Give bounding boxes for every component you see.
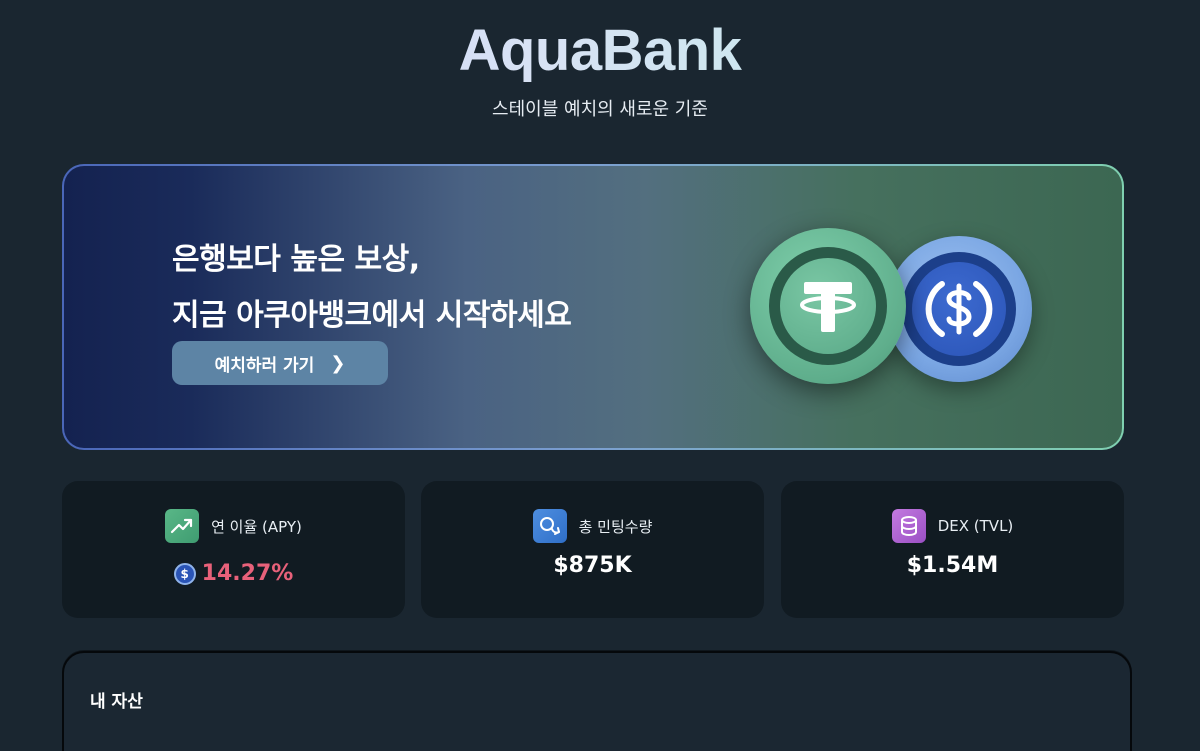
usdc-icon: $ [173, 562, 196, 585]
app-logo[interactable]: AquaBank [0, 18, 1200, 84]
database-icon [891, 509, 926, 543]
stat-value-row: $ 14.27% [62, 561, 405, 586]
hero-headline-line2: 지금 아쿠아뱅크에서 시작하세요 [172, 298, 572, 333]
hero-headline-line1: 은행보다 높은 보상, [172, 242, 420, 277]
my-assets-title: 내 자산 [90, 692, 143, 712]
stat-value: 14.27% [201, 561, 294, 586]
my-assets-panel: 내 자산 [62, 651, 1132, 751]
stat-header: 총 민팅수량 [421, 509, 764, 543]
stat-card-tvl: DEX (TVL) $1.54M [781, 481, 1124, 618]
stat-value: $1.54M [906, 553, 999, 578]
stat-header: DEX (TVL) [781, 509, 1124, 543]
stat-label: 연 이율 (APY) [211, 517, 302, 536]
stat-card-minting: 총 민팅수량 $875K [421, 481, 764, 618]
stat-card-apy: 연 이율 (APY) $ 14.27% [62, 481, 405, 618]
tether-t-glyph [800, 282, 856, 332]
tagline: 스테이블 예치의 새로운 기준 [492, 99, 708, 120]
deposit-button[interactable]: 예치하러 가기 ❯ [172, 341, 388, 385]
stat-label: DEX (TVL) [937, 517, 1014, 535]
stat-label: 총 민팅수량 [578, 517, 653, 536]
stat-value: $875K [553, 553, 632, 578]
deposit-button-label: 예치하러 가기 [214, 355, 315, 376]
minting-icon [532, 509, 567, 543]
chevron-right-icon: ❯ [330, 352, 346, 374]
usdc-dollar-glyph [925, 281, 993, 337]
stat-header: 연 이율 (APY) [62, 509, 405, 543]
trending-up-icon [165, 509, 200, 543]
page: AquaBank 스테이블 예치의 새로운 기준 은행보다 높은 보상, 지금 … [0, 0, 1200, 751]
hero-banner: 은행보다 높은 보상, 지금 아쿠아뱅크에서 시작하세요 예치하러 가기 ❯ [62, 164, 1124, 450]
